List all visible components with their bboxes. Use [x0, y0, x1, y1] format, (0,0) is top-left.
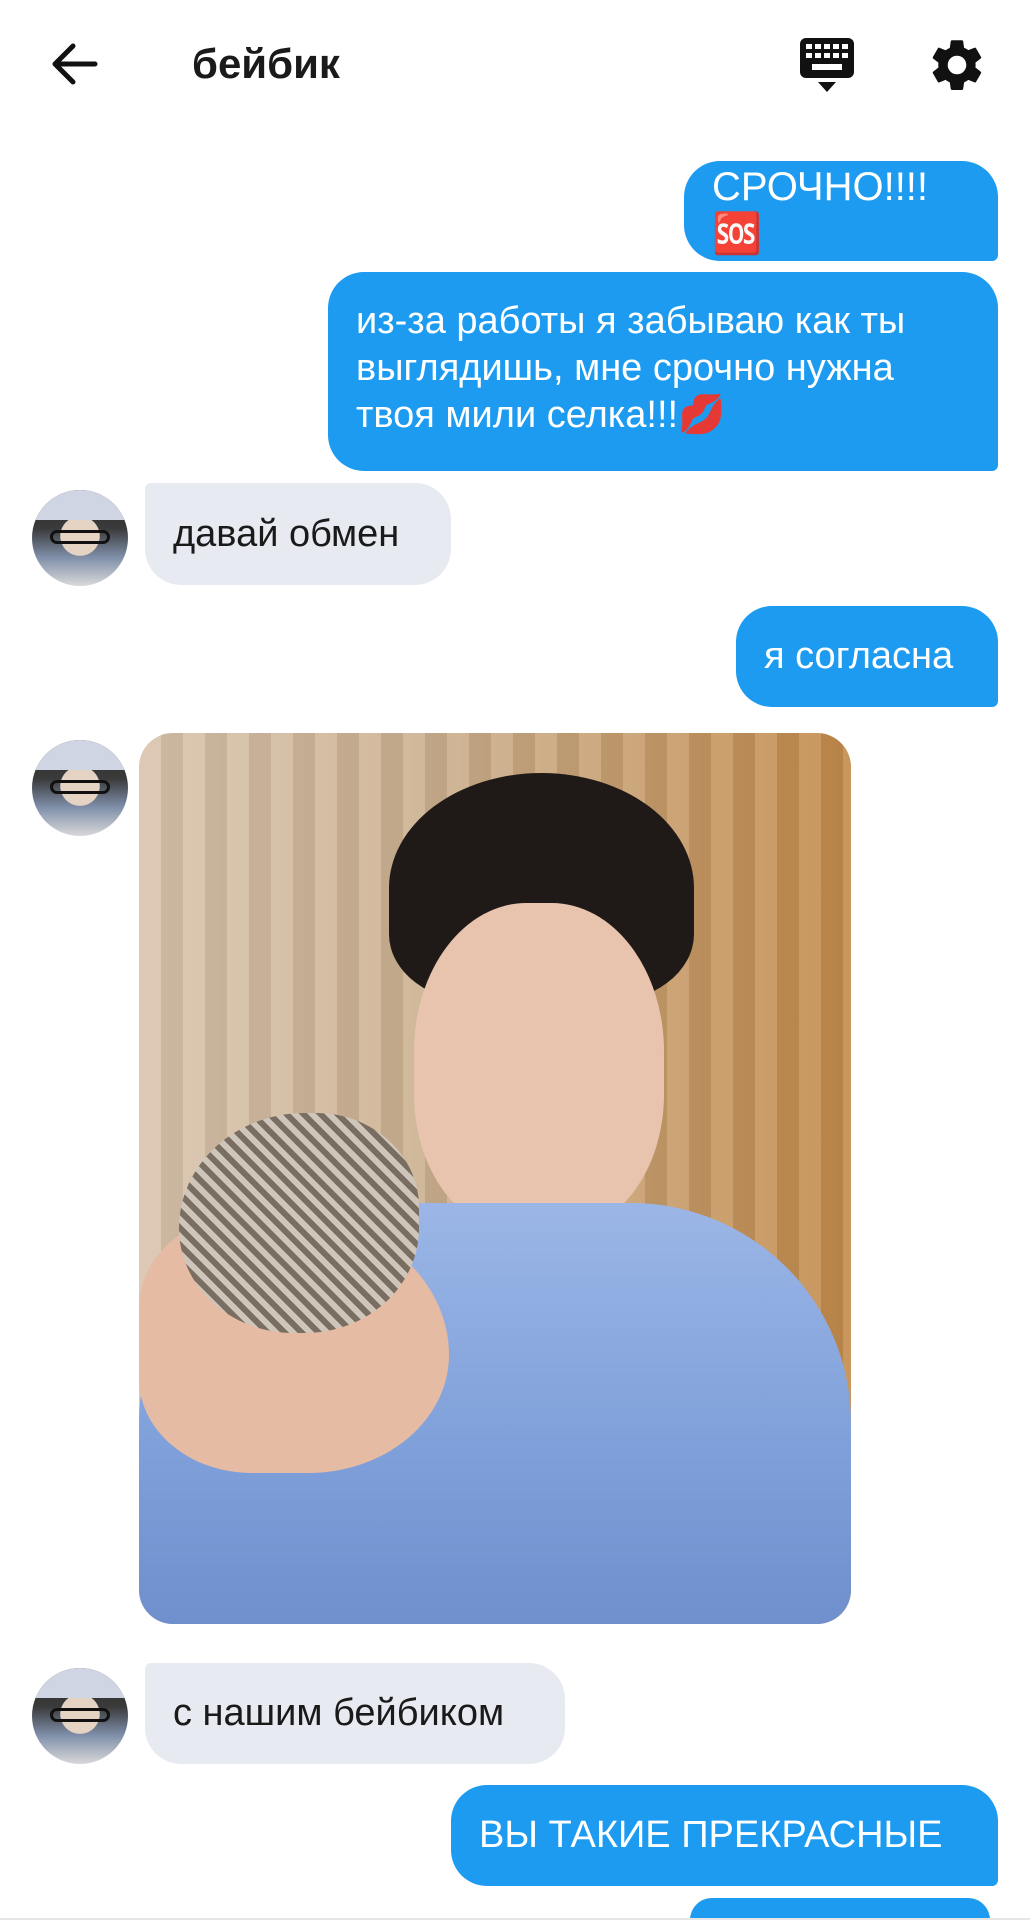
avatar[interactable] — [32, 1668, 128, 1764]
arrow-left-icon — [52, 43, 98, 85]
message-outgoing[interactable]: я согласна — [736, 606, 998, 707]
photo-message[interactable] — [139, 733, 851, 1624]
avatar[interactable] — [32, 490, 128, 586]
keyboard-button[interactable] — [796, 34, 858, 96]
photo-hedgehog-shape — [179, 1113, 419, 1333]
photo-face-shape — [414, 903, 664, 1233]
message-incoming[interactable]: давай обмен — [145, 483, 451, 585]
message-outgoing[interactable]: ВЫ ТАКИЕ ПРЕКРАСНЫЕ — [451, 1785, 998, 1886]
message-outgoing[interactable]: СРОЧНО!!!!🆘 — [684, 161, 998, 261]
avatar[interactable] — [32, 740, 128, 836]
message-outgoing-partial[interactable] — [690, 1898, 990, 1920]
gear-icon — [932, 40, 982, 91]
message-outgoing[interactable]: из-за работы я забываю как ты выглядишь,… — [328, 272, 998, 471]
message-incoming[interactable]: с нашим бейбиком — [145, 1663, 565, 1764]
settings-button[interactable] — [926, 34, 988, 96]
chat-title: бейбик — [192, 40, 340, 87]
chat-header: бейбик — [0, 0, 1030, 125]
keyboard-icon — [800, 38, 854, 92]
back-button[interactable] — [44, 36, 104, 92]
